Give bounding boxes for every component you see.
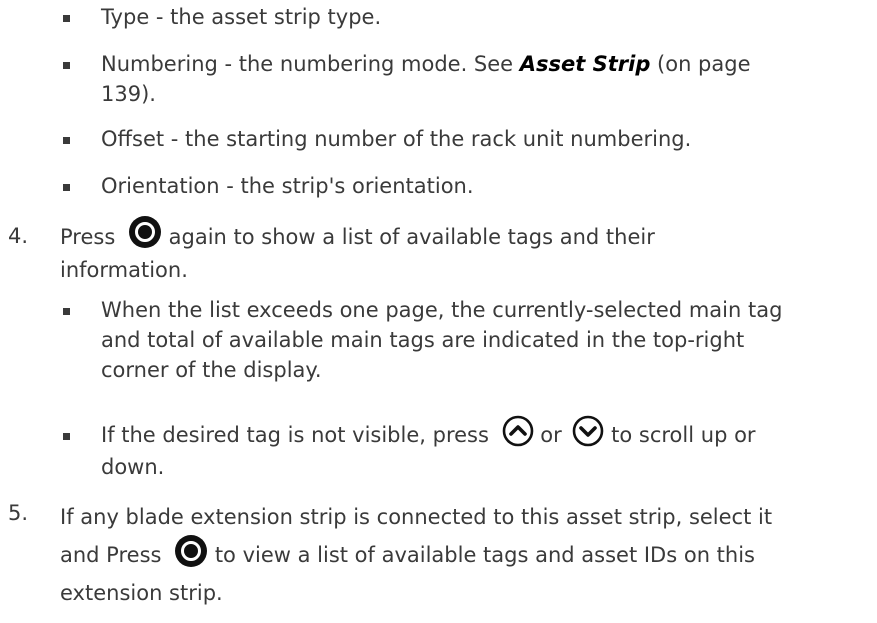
list-item-text-pre: If the desired tag is not visible, press — [101, 423, 489, 447]
list-item-text-post: to scroll up or — [604, 423, 756, 447]
list-item-line3: corner of the display. — [101, 358, 322, 382]
list-item-text-line2: 139). — [101, 82, 156, 106]
bullet-marker — [63, 62, 70, 69]
list-item-text: Numbering - the numbering mode. See Asse… — [101, 49, 837, 109]
down-arrow-button-icon — [572, 415, 604, 447]
step-text-pre: Press — [60, 225, 116, 249]
ok-button-icon — [174, 534, 208, 568]
asset-strip-link[interactable]: Asset Strip — [520, 52, 651, 76]
step-text-line2: information. — [60, 258, 188, 282]
step-number: 4. — [8, 224, 29, 248]
list-item-text-post: (on page — [650, 52, 751, 76]
list-item-line2: and total of available main tags are ind… — [101, 328, 745, 352]
step-text-line1: If any blade extension strip is connecte… — [60, 505, 773, 529]
step-text-post: to view a list of available tags and ass… — [208, 543, 755, 567]
bullet-marker — [63, 433, 70, 440]
list-item-text-mid: or — [533, 423, 569, 447]
bullet-marker — [63, 184, 70, 191]
list-item-line1: When the list exceeds one page, the curr… — [101, 298, 783, 322]
up-arrow-button-icon — [502, 415, 534, 447]
list-item-text: If the desired tag is not visible, press… — [101, 415, 837, 482]
step-text-post: again to show a list of available tags a… — [161, 225, 655, 249]
list-item-text: Offset - the starting number of the rack… — [101, 127, 692, 151]
list-item-line2: down. — [101, 455, 165, 479]
step-text: If any blade extension strip is connecte… — [60, 498, 837, 612]
step-text: Press again to show a list of available … — [60, 216, 837, 285]
ok-button-icon — [128, 215, 162, 249]
step-text-line3: extension strip. — [60, 581, 223, 605]
list-item-text: Type - the asset strip type. — [101, 5, 382, 29]
step-text-pre: and Press — [60, 543, 162, 567]
list-item-text: Orientation - the strip's orientation. — [101, 174, 474, 198]
list-item-text: When the list exceeds one page, the curr… — [101, 295, 837, 385]
step-number: 5. — [8, 501, 29, 525]
bullet-marker — [63, 308, 70, 315]
list-item-text-pre: Numbering - the numbering mode. See — [101, 52, 520, 76]
bullet-marker — [63, 15, 70, 22]
bullet-marker — [63, 137, 70, 144]
